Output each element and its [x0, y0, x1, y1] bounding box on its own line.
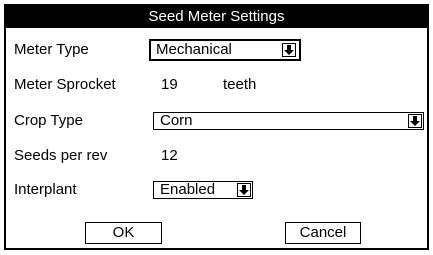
seeds-per-rev-value: 12 — [161, 147, 178, 164]
seed-meter-settings-dialog: Seed Meter Settings Meter Type Mechanica… — [4, 4, 429, 250]
dropdown-arrow-icon — [239, 185, 249, 195]
dropdown-arrow-icon[interactable] — [408, 114, 422, 128]
crop-type-value: Corn — [160, 112, 193, 129]
dropdown-arrow-icon[interactable] — [282, 43, 296, 57]
meter-type-dropdown[interactable]: Mechanical — [149, 39, 301, 61]
interplant-label: Interplant — [14, 181, 77, 198]
meter-type-value: Mechanical — [156, 41, 232, 58]
interplant-value: Enabled — [160, 181, 216, 198]
ok-button[interactable]: OK — [85, 222, 162, 244]
meter-type-label: Meter Type — [14, 41, 89, 58]
meter-sprocket-value: 19 — [161, 76, 178, 93]
crop-type-dropdown[interactable]: Corn — [153, 112, 424, 130]
meter-sprocket-unit: teeth — [223, 76, 257, 93]
cancel-button[interactable]: Cancel — [285, 222, 361, 244]
dropdown-arrow-icon — [410, 116, 420, 126]
seeds-per-rev-label: Seeds per rev — [14, 147, 108, 164]
interplant-dropdown[interactable]: Enabled — [153, 181, 253, 199]
dropdown-arrow-icon — [284, 45, 294, 55]
crop-type-label: Crop Type — [14, 112, 83, 129]
dropdown-arrow-icon[interactable] — [237, 183, 251, 197]
meter-sprocket-label: Meter Sprocket — [14, 76, 116, 93]
dialog-title: Seed Meter Settings — [6, 6, 427, 28]
